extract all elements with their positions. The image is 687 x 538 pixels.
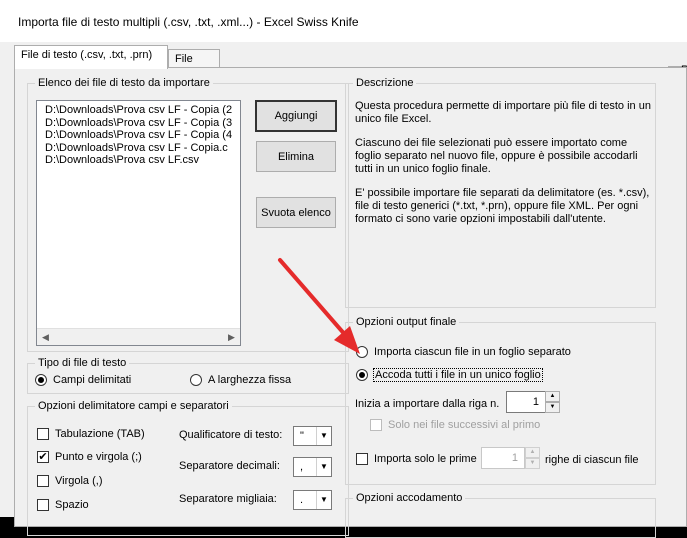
list-item[interactable]: D:\Downloads\Prova csv LF.csv <box>37 154 240 167</box>
description-paragraph-2: Ciascuno dei file selezionati può essere… <box>355 137 638 175</box>
description-paragraph-3: E' possibile importare file separati da … <box>355 187 650 225</box>
scroll-left-icon[interactable]: ◀ <box>37 329 54 345</box>
start-row-spinner[interactable]: ▲ ▼ <box>545 391 560 413</box>
file-list-legend: Elenco dei file di testo da importare <box>35 76 213 90</box>
check-icon[interactable]: ✔ <box>37 451 49 463</box>
output-options-legend: Opzioni output finale <box>353 315 460 329</box>
checkbox-only-subsequent-label: Solo nei file successivi al primo <box>388 419 541 431</box>
start-row-value: 1 <box>532 396 539 408</box>
output-options-group: Opzioni output finale Importa ciascun fi… <box>345 315 656 485</box>
import-first-rows-value: 1 <box>511 452 518 464</box>
file-type-legend: Tipo di file di testo <box>35 356 130 370</box>
scroll-right-icon[interactable]: ▶ <box>223 329 240 345</box>
checkbox-indicator[interactable] <box>370 419 382 431</box>
radio-append-single-sheet[interactable]: Accoda tutti i file in un unico foglio <box>356 368 543 382</box>
checkbox-import-first-label: Importa solo le prime <box>374 453 477 465</box>
radio-delimited-label: Campi delimitati <box>53 374 132 386</box>
list-item[interactable]: D:\Downloads\Prova csv LF - Copia (3 <box>37 117 240 130</box>
radio-append-label: Accoda tutti i file in un unico foglio <box>373 368 543 382</box>
file-type-group: Tipo di file di testo Campi delimitati A… <box>27 356 349 394</box>
append-options-group: Opzioni accodamento <box>345 491 656 538</box>
checkbox-tab[interactable]: Tabulazione (TAB) <box>37 428 145 440</box>
thousands-separator-select[interactable]: . ▼ <box>293 490 332 510</box>
radio-separate-sheets-label: Importa ciascun file in un foglio separa… <box>374 346 571 358</box>
import-first-rows-input[interactable]: 1 <box>481 447 525 469</box>
file-list-group: Elenco dei file di testo da importare D:… <box>27 76 349 352</box>
tab-xml-files[interactable]: File XML <box>168 49 220 84</box>
clear-list-button[interactable]: Svuota elenco <box>256 197 336 228</box>
chevron-down-icon[interactable]: ▼ <box>316 427 331 445</box>
list-item[interactable]: D:\Downloads\Prova csv LF - Copia (4 <box>37 129 240 142</box>
radio-indicator[interactable] <box>190 374 202 386</box>
checkbox-only-subsequent[interactable]: Solo nei file successivi al primo <box>370 419 540 431</box>
radio-fixed-width-label: A larghezza fissa <box>208 374 292 386</box>
thousands-separator-value: . <box>300 494 304 506</box>
radio-indicator[interactable] <box>356 346 368 358</box>
checkbox-import-first-rows[interactable]: Importa solo le prime <box>356 453 477 465</box>
append-options-legend: Opzioni accodamento <box>353 491 466 505</box>
chevron-down-icon[interactable]: ▼ <box>316 491 331 509</box>
text-qualifier-label: Qualificatore di testo: <box>179 429 283 441</box>
import-first-rows-spinner[interactable]: ▲ ▼ <box>525 447 540 469</box>
decimal-separator-label: Separatore decimali: <box>179 460 280 472</box>
spin-up-icon[interactable]: ▲ <box>545 391 560 402</box>
checkbox-indicator[interactable] <box>37 499 49 511</box>
horizontal-scrollbar[interactable]: ◀ ▶ <box>37 328 240 345</box>
file-listbox[interactable]: D:\Downloads\Prova csv LF - Copia (2 D:\… <box>36 100 241 346</box>
checkbox-comma[interactable]: Virgola (,) <box>37 475 102 487</box>
list-item[interactable]: D:\Downloads\Prova csv LF - Copia.c <box>37 142 240 155</box>
radio-delimited-fields[interactable]: Campi delimitati <box>35 374 131 386</box>
list-item[interactable]: D:\Downloads\Prova csv LF - Copia (2 <box>37 101 240 117</box>
thousands-separator-label: Separatore migliaia: <box>179 493 277 505</box>
title-bar: Importa file di testo multipli (.csv, .t… <box>0 0 687 42</box>
checkbox-tab-label: Tabulazione (TAB) <box>55 428 145 440</box>
add-button[interactable]: Aggiungi <box>255 100 337 132</box>
decimal-separator-select[interactable]: , ▼ <box>293 457 332 477</box>
checkbox-indicator[interactable] <box>37 475 49 487</box>
radio-fixed-width[interactable]: A larghezza fissa <box>190 374 291 386</box>
text-qualifier-value: " <box>300 430 304 442</box>
description-paragraph-1: Questa procedura permette di importare p… <box>355 100 651 125</box>
excel-swiss-knife-dialog: Importa file di testo multipli (.csv, .t… <box>0 0 687 538</box>
checkbox-indicator[interactable] <box>37 428 49 440</box>
rows-suffix-label: righe di ciascun file <box>545 454 639 466</box>
checkbox-space[interactable]: Spazio <box>37 499 89 511</box>
spin-down-icon[interactable]: ▼ <box>545 402 560 413</box>
checkbox-semicolon[interactable]: ✔ Punto e virgola (;) <box>37 451 142 463</box>
tab-text-files[interactable]: File di testo (.csv, .txt, .prn) <box>14 45 168 69</box>
radio-indicator-checked[interactable] <box>35 374 47 386</box>
checkbox-space-label: Spazio <box>55 499 89 511</box>
radio-indicator-checked[interactable] <box>356 369 368 381</box>
tab-page: Elenco dei file di testo da importare D:… <box>14 67 687 538</box>
spin-up-icon[interactable]: ▲ <box>525 447 540 458</box>
text-qualifier-select[interactable]: " ▼ <box>293 426 332 446</box>
checkbox-indicator[interactable] <box>356 453 368 465</box>
description-legend: Descrizione <box>353 76 417 90</box>
remove-button[interactable]: Elimina <box>256 141 336 172</box>
start-row-label: Inizia a importare dalla riga n. <box>355 398 500 410</box>
decimal-separator-value: , <box>300 461 304 473</box>
checkbox-semicolon-label: Punto e virgola (;) <box>55 451 142 463</box>
start-row-input[interactable]: 1 <box>506 391 546 413</box>
description-group: Descrizione Questa procedura permette di… <box>345 76 656 308</box>
checkbox-comma-label: Virgola (,) <box>55 475 103 487</box>
delimiter-options-legend: Opzioni delimitatore campi e separatori <box>35 399 232 413</box>
chevron-down-icon[interactable]: ▼ <box>316 458 331 476</box>
radio-separate-sheets[interactable]: Importa ciascun file in un foglio separa… <box>356 346 571 358</box>
spin-down-icon[interactable]: ▼ <box>525 458 540 469</box>
window-title: Importa file di testo multipli (.csv, .t… <box>18 15 359 29</box>
